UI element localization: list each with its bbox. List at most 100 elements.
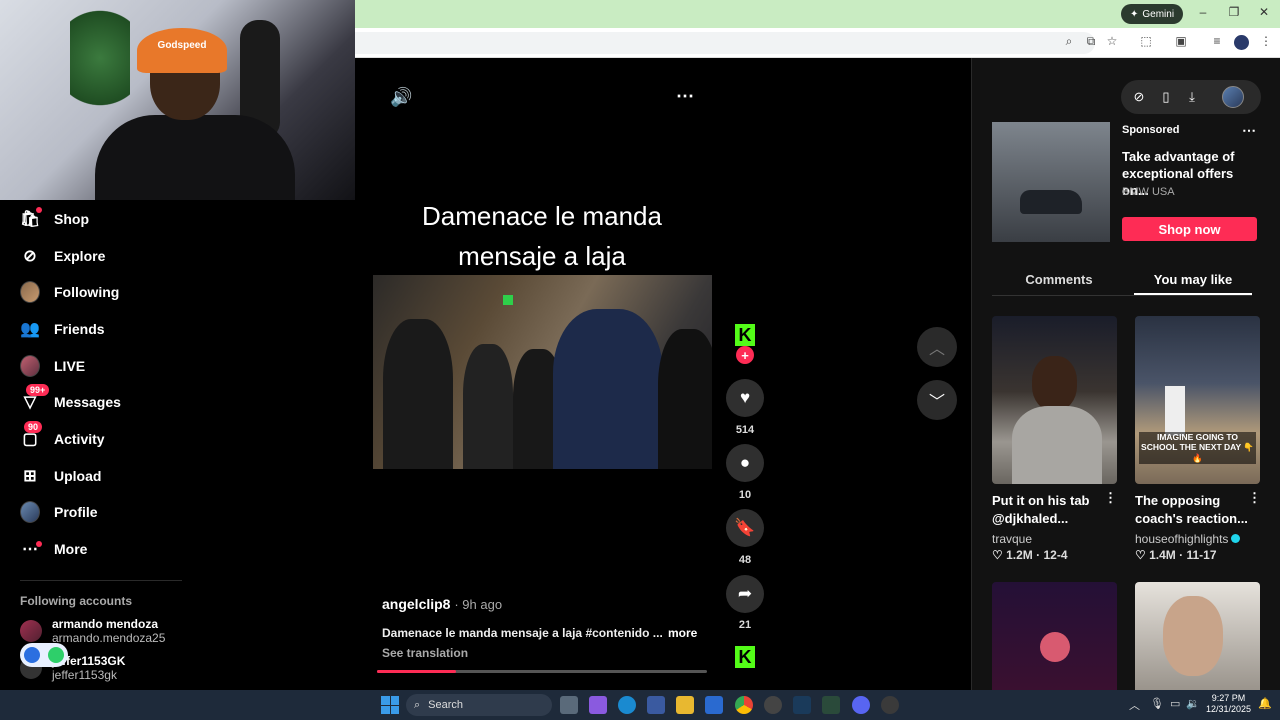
sidebar-item-following[interactable]: Following	[20, 274, 119, 310]
tab-comments[interactable]: Comments	[994, 272, 1124, 287]
edge-icon[interactable]	[618, 696, 636, 714]
sidebar-item-profile[interactable]: Profile	[20, 494, 98, 530]
author-name[interactable]: angelclip8	[382, 596, 450, 612]
tab-you-may-like[interactable]: You may like	[1128, 272, 1258, 287]
avatar	[20, 501, 40, 523]
tab-divider	[992, 295, 1252, 296]
video-title-overlay: Damenace le manda mensaje a laja	[372, 196, 712, 276]
recommendation-thumbnail[interactable]	[992, 316, 1117, 484]
notification-icon[interactable]: 🔔	[1258, 697, 1272, 710]
like-button[interactable]: ♥	[726, 379, 764, 417]
obs-icon[interactable]	[764, 696, 782, 714]
recommendation-author[interactable]: houseofhighlights	[1135, 532, 1241, 546]
windows-taskbar	[0, 690, 1280, 720]
sidebar-item-label: Upload	[54, 468, 102, 484]
device-icon[interactable]: ▯	[1157, 89, 1175, 105]
recommendation-options-icon[interactable]: ⋮	[1248, 490, 1261, 506]
sidebar-item-live[interactable]: LIVE	[20, 348, 85, 384]
explore-icon[interactable]: ⊘	[1130, 89, 1148, 105]
address-bar[interactable]	[355, 32, 1095, 54]
sidebar-item-friends[interactable]: 👥 Friends	[20, 311, 105, 347]
discord-icon[interactable]	[852, 696, 870, 714]
video-progress-bar[interactable]	[377, 670, 707, 673]
copilot-icon[interactable]	[589, 696, 607, 714]
chrome-icon[interactable]	[735, 696, 753, 714]
mail-icon[interactable]	[705, 696, 723, 714]
bookmark-icon: 🔖	[734, 518, 756, 537]
caption-more-link[interactable]: more	[668, 626, 697, 640]
download-icon[interactable]: ⤓	[1183, 89, 1201, 105]
tray-overflow-icon[interactable]: ︿	[1129, 697, 1140, 713]
sidebar-item-activity[interactable]: ▢ 90 Activity	[20, 421, 105, 457]
steam-icon[interactable]	[793, 696, 811, 714]
bookmark-star-icon[interactable]: ☆	[1103, 34, 1121, 48]
account-handle: jeffer1153gk	[52, 668, 117, 682]
sidebar-item-upload[interactable]: ⊞ Upload	[20, 458, 101, 494]
video-author[interactable]: angelclip8 · 9h ago	[382, 596, 502, 612]
volume-icon[interactable]: 🔊	[390, 87, 412, 108]
sidebar-item-messages[interactable]: ▽ 99+ Messages	[20, 384, 121, 420]
recommendation-thumbnail[interactable]: IMAGINE GOING TO SCHOOL THE NEXT DAY 👇 🔥	[1135, 316, 1260, 484]
microphone-tray-icon[interactable]: 🎙	[1150, 697, 1164, 710]
recommendation-title[interactable]: Put it on his tab @djkhaled...	[992, 492, 1110, 528]
next-video-button[interactable]: ﹀	[917, 380, 957, 420]
author-name[interactable]: houseofhighlights	[1135, 532, 1228, 546]
share-icon: ➦	[737, 584, 753, 603]
see-translation-link[interactable]: See translation	[382, 646, 468, 660]
recommendation-thumbnail[interactable]	[992, 582, 1117, 690]
maximize-button[interactable]: ❐	[1222, 5, 1246, 19]
post-date: 12-4	[1043, 548, 1068, 562]
follow-plus-button[interactable]: +	[736, 346, 754, 364]
recommendation-title[interactable]: The opposing coach's reaction...	[1135, 492, 1253, 528]
store-icon[interactable]	[647, 696, 665, 714]
app-icon[interactable]	[881, 696, 899, 714]
extensions-icon[interactable]: ⬚	[1137, 34, 1155, 48]
browser-menu-icon[interactable]: ⋮	[1257, 34, 1275, 48]
sidebar-item-label: Friends	[54, 321, 105, 337]
task-view-icon[interactable]	[560, 696, 578, 714]
sidebar-item-shop[interactable]: 🛍 Shop	[20, 201, 89, 237]
recommendation-thumbnail[interactable]	[1135, 582, 1260, 690]
network-icon[interactable]: ▭	[1170, 697, 1180, 710]
power-icon	[48, 647, 64, 663]
install-icon[interactable]: ⧉	[1082, 34, 1100, 49]
taskbar-search[interactable]: ⌕ Search	[406, 694, 552, 716]
share-button[interactable]: ➦	[726, 575, 764, 613]
media-icon[interactable]: ▣	[1172, 34, 1190, 48]
extension-overlay-pill[interactable]	[20, 643, 68, 667]
thumb-figure-head	[1032, 356, 1077, 411]
shop-now-button[interactable]: Shop now	[1122, 217, 1257, 241]
windows-start-icon[interactable]	[381, 696, 399, 714]
ad-options-icon[interactable]: ⋯	[1242, 122, 1256, 139]
taskbar-clock[interactable]: 9:27 PM 12/31/2025	[1206, 693, 1251, 715]
gemini-button[interactable]: ✦ Gemini	[1121, 4, 1184, 24]
file-explorer-icon[interactable]	[676, 696, 694, 714]
kick-icon[interactable]: K	[735, 646, 755, 668]
profile-avatar[interactable]	[1234, 35, 1249, 50]
recommendation-author[interactable]: travque	[992, 532, 1032, 546]
video-figure	[553, 309, 663, 469]
ad-image[interactable]	[992, 122, 1110, 242]
sidebar-item-label: Activity	[54, 431, 105, 447]
close-button[interactable]: ✕	[1252, 5, 1276, 19]
minimize-button[interactable]: –	[1191, 5, 1215, 19]
volume-tray-icon[interactable]: 🔉	[1186, 697, 1200, 710]
reading-list-icon[interactable]: ≡	[1208, 34, 1226, 48]
comment-count: 10	[738, 489, 752, 501]
save-button[interactable]: 🔖	[726, 509, 764, 547]
previous-video-button[interactable]: ︿	[917, 327, 957, 367]
save-count: 48	[738, 554, 752, 566]
video-player[interactable]	[373, 275, 712, 469]
sidebar-item-explore[interactable]: ⊘ Explore	[20, 238, 105, 274]
recommendation-options-icon[interactable]: ⋮	[1104, 490, 1117, 506]
avatar[interactable]	[1222, 86, 1244, 108]
post-time: · 9h ago	[454, 597, 503, 612]
video-options-icon[interactable]: ⋯	[676, 86, 694, 107]
xbox-icon[interactable]	[822, 696, 840, 714]
creator-avatar-kick-icon[interactable]: K	[735, 324, 755, 346]
zoom-icon[interactable]: ⌕	[1060, 34, 1078, 49]
comment-button[interactable]: ●	[726, 444, 764, 482]
sidebar-item-more[interactable]: ⋯ More	[20, 531, 87, 567]
following-account[interactable]: armando mendoza armando.mendoza25	[20, 617, 165, 645]
clock-date: 12/31/2025	[1206, 704, 1252, 714]
